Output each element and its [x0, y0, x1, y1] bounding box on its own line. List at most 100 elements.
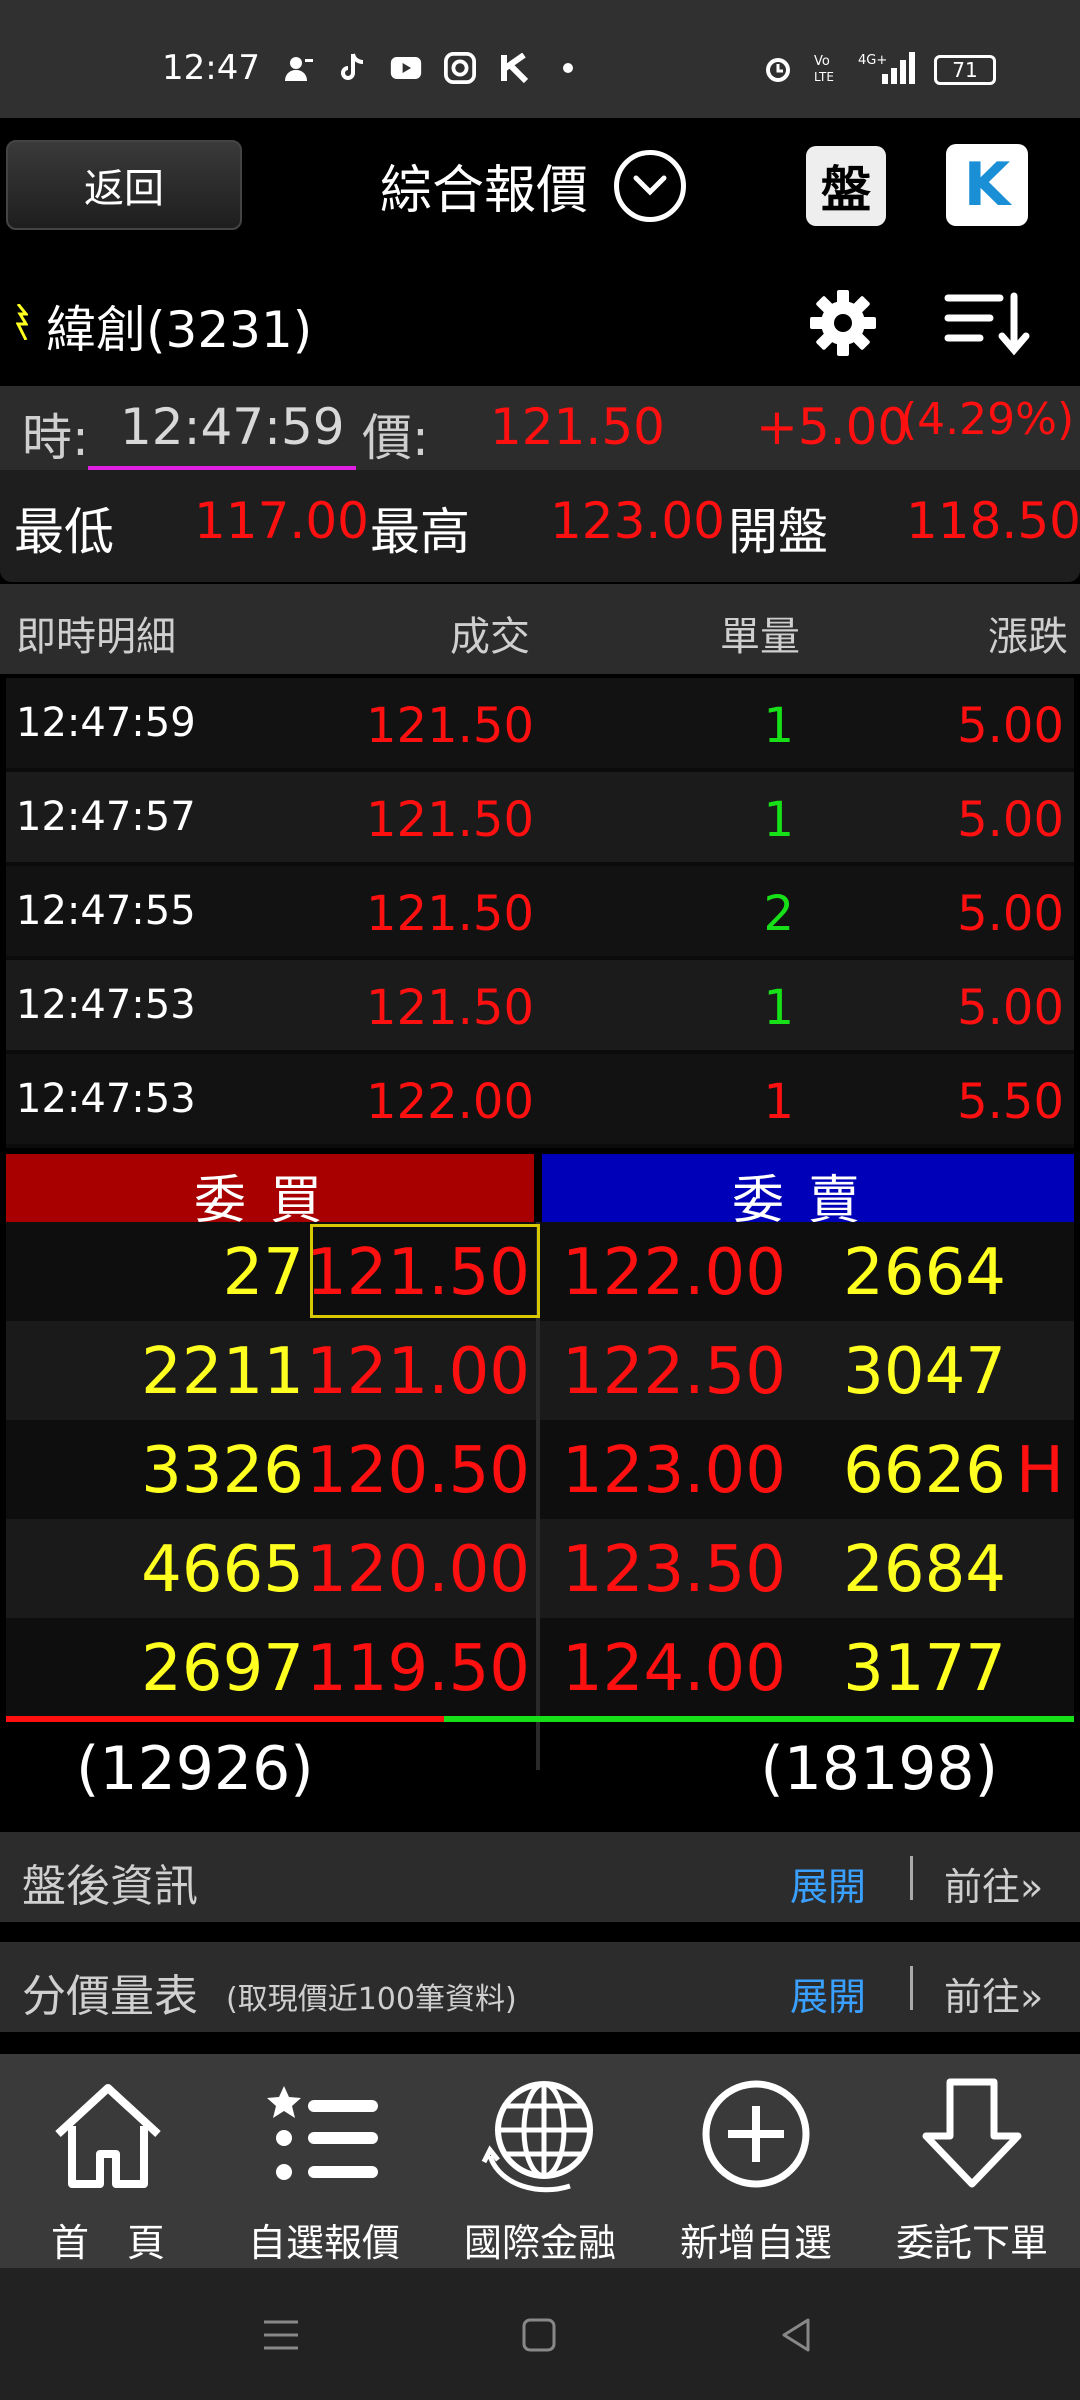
- signal-4g-icon: 4G+: [858, 50, 918, 90]
- app-header: 返回 綜合報價 盤 K: [0, 118, 1080, 260]
- back-triangle-icon[interactable]: [772, 2310, 822, 2360]
- ticks-col-price: 成交: [450, 614, 530, 660]
- ask-qty: 6626: [843, 1434, 1006, 1508]
- total-bid: (12926): [76, 1734, 314, 1804]
- bid-qty: 3326: [141, 1434, 304, 1508]
- nav-order-label: 委託下單: [895, 2221, 1048, 2265]
- gear-icon[interactable]: [808, 288, 878, 358]
- tick-vol: 1: [763, 980, 794, 1036]
- kline-button[interactable]: K: [946, 144, 1028, 226]
- bid-price[interactable]: 119.50: [306, 1632, 530, 1706]
- market-button[interactable]: 盤: [806, 146, 886, 226]
- home-icon: [55, 2084, 161, 2188]
- title-selector[interactable]: 綜合報價: [380, 148, 687, 223]
- ask-price[interactable]: 123.00: [562, 1434, 786, 1508]
- menu-icon[interactable]: [256, 2310, 306, 2360]
- nav-order[interactable]: 委託下單: [864, 2054, 1080, 2268]
- bid-qty: 27: [222, 1236, 304, 1310]
- alarm-icon: [760, 50, 796, 90]
- high-label: 最高: [370, 503, 470, 561]
- tick-price: 122.00: [366, 1074, 534, 1130]
- quote-range-line: 最低 117.00 最高 123.00 開盤 118.50: [0, 470, 1080, 582]
- quote-time: 12:47:59: [120, 398, 345, 456]
- quote-open: 118.50: [906, 492, 1080, 550]
- ticks-table: 12:47:59 121.50 1 5.00 12:47:57 121.50 1…: [6, 678, 1074, 1148]
- dot-icon: [552, 52, 584, 84]
- ticks-col-chg: 漲跌: [988, 614, 1068, 660]
- tick-chg: 5.00: [957, 980, 1064, 1036]
- tick-row: 12:47:53 121.50 1 5.00: [6, 960, 1074, 1050]
- section-note: (取現價近100筆資料): [226, 1982, 517, 2017]
- tick-vol: 1: [763, 1074, 794, 1130]
- contacts-icon: [282, 52, 314, 84]
- tick-row: 12:47:55 121.50 2 5.00: [6, 866, 1074, 956]
- svg-text:Vo: Vo: [814, 54, 830, 69]
- expand-link[interactable]: 展開: [790, 1966, 866, 2021]
- tick-chg: 5.00: [957, 698, 1064, 754]
- section-separator: [910, 1856, 913, 1900]
- expand-link[interactable]: 展開: [790, 1856, 866, 1911]
- quote-panel: 時: 12:47:59 價: 121.50 +5.00 (4.29%) 最低 1…: [0, 386, 1080, 582]
- nav-global[interactable]: 國際金融: [432, 2054, 648, 2268]
- nav-watchlist[interactable]: 自選報價: [216, 2054, 432, 2268]
- youtube-icon: [390, 52, 422, 84]
- book-row[interactable]: 4665 120.00 123.50 2684: [6, 1519, 1074, 1618]
- section-price-volume: 分價量表 (取現價近100筆資料) 展開 前往»: [0, 1942, 1080, 2032]
- time-label: 時:: [22, 409, 89, 467]
- home-square-icon[interactable]: [514, 2310, 564, 2360]
- goto-link[interactable]: 前往»: [944, 1856, 1043, 1911]
- order-book: 委買 委賣 27 121.50 122.00 2664 2211 121.00 …: [6, 1152, 1074, 1824]
- low-label: 最低: [14, 503, 114, 561]
- tick-row: 12:47:57 121.50 1 5.00: [6, 772, 1074, 862]
- ask-qty: 2684: [843, 1533, 1006, 1607]
- book-row[interactable]: 2211 121.00 122.50 3047: [6, 1321, 1074, 1420]
- ask-price[interactable]: 124.00: [562, 1632, 786, 1706]
- nav-watchlist-label: 自選報價: [247, 2221, 400, 2265]
- back-button[interactable]: 返回: [6, 140, 242, 230]
- tick-price: 121.50: [366, 792, 534, 848]
- book-row[interactable]: 3326 120.50 123.00 6626 H: [6, 1420, 1074, 1519]
- bid-price[interactable]: 121.00: [306, 1335, 530, 1409]
- nav-home[interactable]: 首 頁: [0, 2054, 216, 2268]
- volte-icon: Vo LTE: [812, 51, 842, 89]
- bid-price[interactable]: 120.00: [306, 1533, 530, 1607]
- bottom-nav: 首 頁 自選報價 國際金融 新增自選 委託下單: [0, 2054, 1080, 2268]
- status-system-icons: Vo LTE 4G+ 71: [760, 50, 996, 90]
- tick-vol: 1: [763, 792, 794, 848]
- battery-indicator: 71: [934, 55, 996, 85]
- watchlist-icon: [267, 2086, 378, 2180]
- ticks-header: 即時明細 成交 單量 漲跌: [0, 584, 1080, 674]
- ask-price[interactable]: 122.00: [562, 1236, 786, 1310]
- tick-price: 121.50: [366, 698, 534, 754]
- ask-ratio-bar: [444, 1716, 1074, 1722]
- nav-home-label: 首 頁: [50, 2221, 165, 2265]
- stock-name[interactable]: 緯創(3231): [46, 290, 312, 362]
- tick-vol: 1: [763, 698, 794, 754]
- tick-vol: 2: [763, 886, 794, 942]
- stock-row: 緯創(3231): [0, 260, 1080, 386]
- download-order-icon: [922, 2078, 1022, 2188]
- book-row[interactable]: 27 121.50 122.00 2664: [6, 1222, 1074, 1321]
- quote-high: 123.00: [550, 492, 725, 550]
- chevron-down-icon[interactable]: [614, 149, 687, 222]
- tick-time: 12:47:57: [16, 794, 196, 840]
- bid-price[interactable]: 120.50: [306, 1434, 530, 1508]
- globe-icon: [481, 2081, 593, 2193]
- ticks-title: 即時明細: [16, 614, 176, 660]
- bid-ratio-bar: [6, 1716, 444, 1722]
- goto-link[interactable]: 前往»: [944, 1966, 1043, 2021]
- ask-price[interactable]: 122.50: [562, 1335, 786, 1409]
- ask-qty: 2664: [843, 1236, 1006, 1310]
- tick-row: 12:47:59 121.50 1 5.00: [6, 678, 1074, 768]
- svg-text:4G+: 4G+: [858, 53, 887, 68]
- ask-qty: 3177: [843, 1632, 1006, 1706]
- bid-header: 委買: [6, 1154, 534, 1231]
- section-after-hours: 盤後資訊 展開 前往»: [0, 1832, 1080, 1922]
- svg-text:LTE: LTE: [814, 70, 834, 84]
- sort-icon[interactable]: [944, 290, 1030, 356]
- nav-add-watch[interactable]: 新增自選: [648, 2054, 864, 2268]
- bid-qty: 2211: [141, 1335, 304, 1409]
- ask-price[interactable]: 123.50: [562, 1533, 786, 1607]
- book-row[interactable]: 2697 119.50 124.00 3177: [6, 1618, 1074, 1717]
- tick-time: 12:47:53: [16, 982, 196, 1028]
